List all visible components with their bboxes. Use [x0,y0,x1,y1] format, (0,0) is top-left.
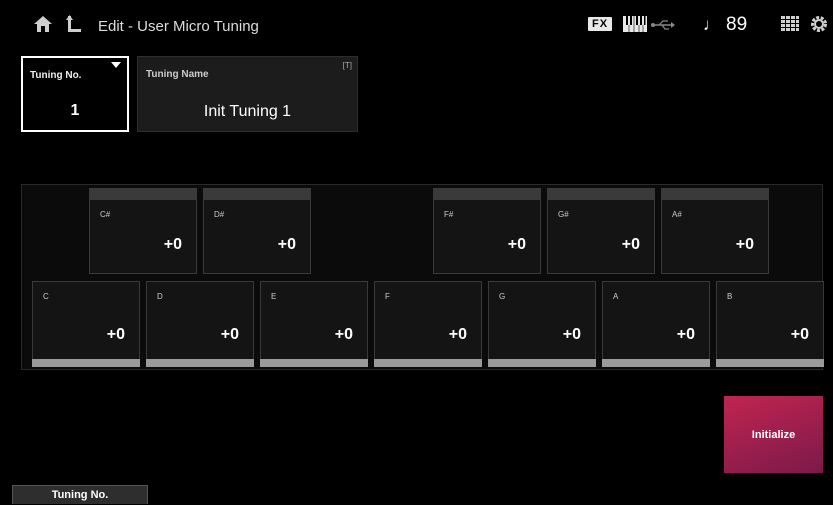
tuning-name-label: Tuning Name [146,69,209,80]
tempo-display: ♩ 89 [703,14,747,36]
key-offset-value: +0 [277,236,296,253]
settings-icon[interactable] [810,15,828,38]
key-offset-value: +0 [334,326,353,343]
key-f[interactable]: F +0 [374,281,482,367]
key-label: D [157,292,163,301]
tuning-name-field[interactable]: [T] Tuning Name Init Tuning 1 [137,56,358,132]
key-label: A# [672,210,682,219]
key-d[interactable]: D +0 [146,281,254,367]
keyboard-tuning-panel: C# +0 D# +0 F# +0 G# +0 A# +0 C +0 D +0 … [21,184,824,370]
initialize-button[interactable]: Initialize [724,396,823,473]
key-cap [547,188,655,199]
key-offset-value: +0 [562,326,581,343]
key-label: B [727,292,733,301]
key-label: F# [444,210,454,219]
fx-badge: FX [588,17,613,31]
tuning-number-value: 1 [70,102,80,119]
key-offset-value: +0 [220,326,239,343]
key-label: D# [214,210,225,219]
key-cap [661,188,769,199]
text-edit-icon: [T] [342,61,352,70]
key-label: C# [100,210,111,219]
back-icon[interactable] [65,15,82,38]
key-a-sharp[interactable]: A# +0 [661,188,769,274]
home-icon[interactable] [33,15,53,38]
key-bar [716,359,824,367]
key-a[interactable]: A +0 [602,281,710,367]
key-offset-value: +0 [106,326,125,343]
key-label: A [613,292,619,301]
key-c[interactable]: C +0 [32,281,140,367]
key-label: G# [558,210,569,219]
key-g[interactable]: G +0 [488,281,596,367]
key-b[interactable]: B +0 [716,281,824,367]
key-offset-value: +0 [507,236,526,253]
key-f-sharp[interactable]: F# +0 [433,188,541,274]
key-d-sharp[interactable]: D# +0 [203,188,311,274]
key-bar [374,359,482,367]
header-bar: Edit - User Micro Tuning FX ♩ 89 [0,0,833,52]
key-offset-value: +0 [163,236,182,253]
key-bar [602,359,710,367]
key-label: E [271,292,277,301]
key-bar [260,359,368,367]
key-cap [89,188,197,199]
key-bar [32,359,140,367]
page-title: Edit - User Micro Tuning [98,18,259,35]
key-g-sharp[interactable]: G# +0 [547,188,655,274]
key-offset-value: +0 [448,326,467,343]
key-label: C [43,292,49,301]
key-label: G [499,292,506,301]
bottom-tab-tuning-no[interactable]: Tuning No. [12,485,148,504]
tuning-number-field[interactable]: Tuning No. 1 [21,56,129,132]
key-e[interactable]: E +0 [260,281,368,367]
tuning-name-value: Init Tuning 1 [203,103,292,120]
key-offset-value: +0 [790,326,809,343]
key-bar [488,359,596,367]
key-offset-value: +0 [735,236,754,253]
key-cap [433,188,541,199]
tuning-number-label: Tuning No. [30,70,82,81]
note-icon: ♩ [703,15,720,34]
key-cap [203,188,311,199]
key-c-sharp[interactable]: C# +0 [89,188,197,274]
key-label: F [385,292,390,301]
keyboard-icon [623,16,647,37]
key-offset-value: +0 [621,236,640,253]
dropdown-arrow-icon [111,62,121,68]
grid-icon[interactable] [781,16,799,37]
tempo-value: 89 [726,14,748,35]
usb-icon [651,18,675,36]
key-offset-value: +0 [676,326,695,343]
key-bar [146,359,254,367]
